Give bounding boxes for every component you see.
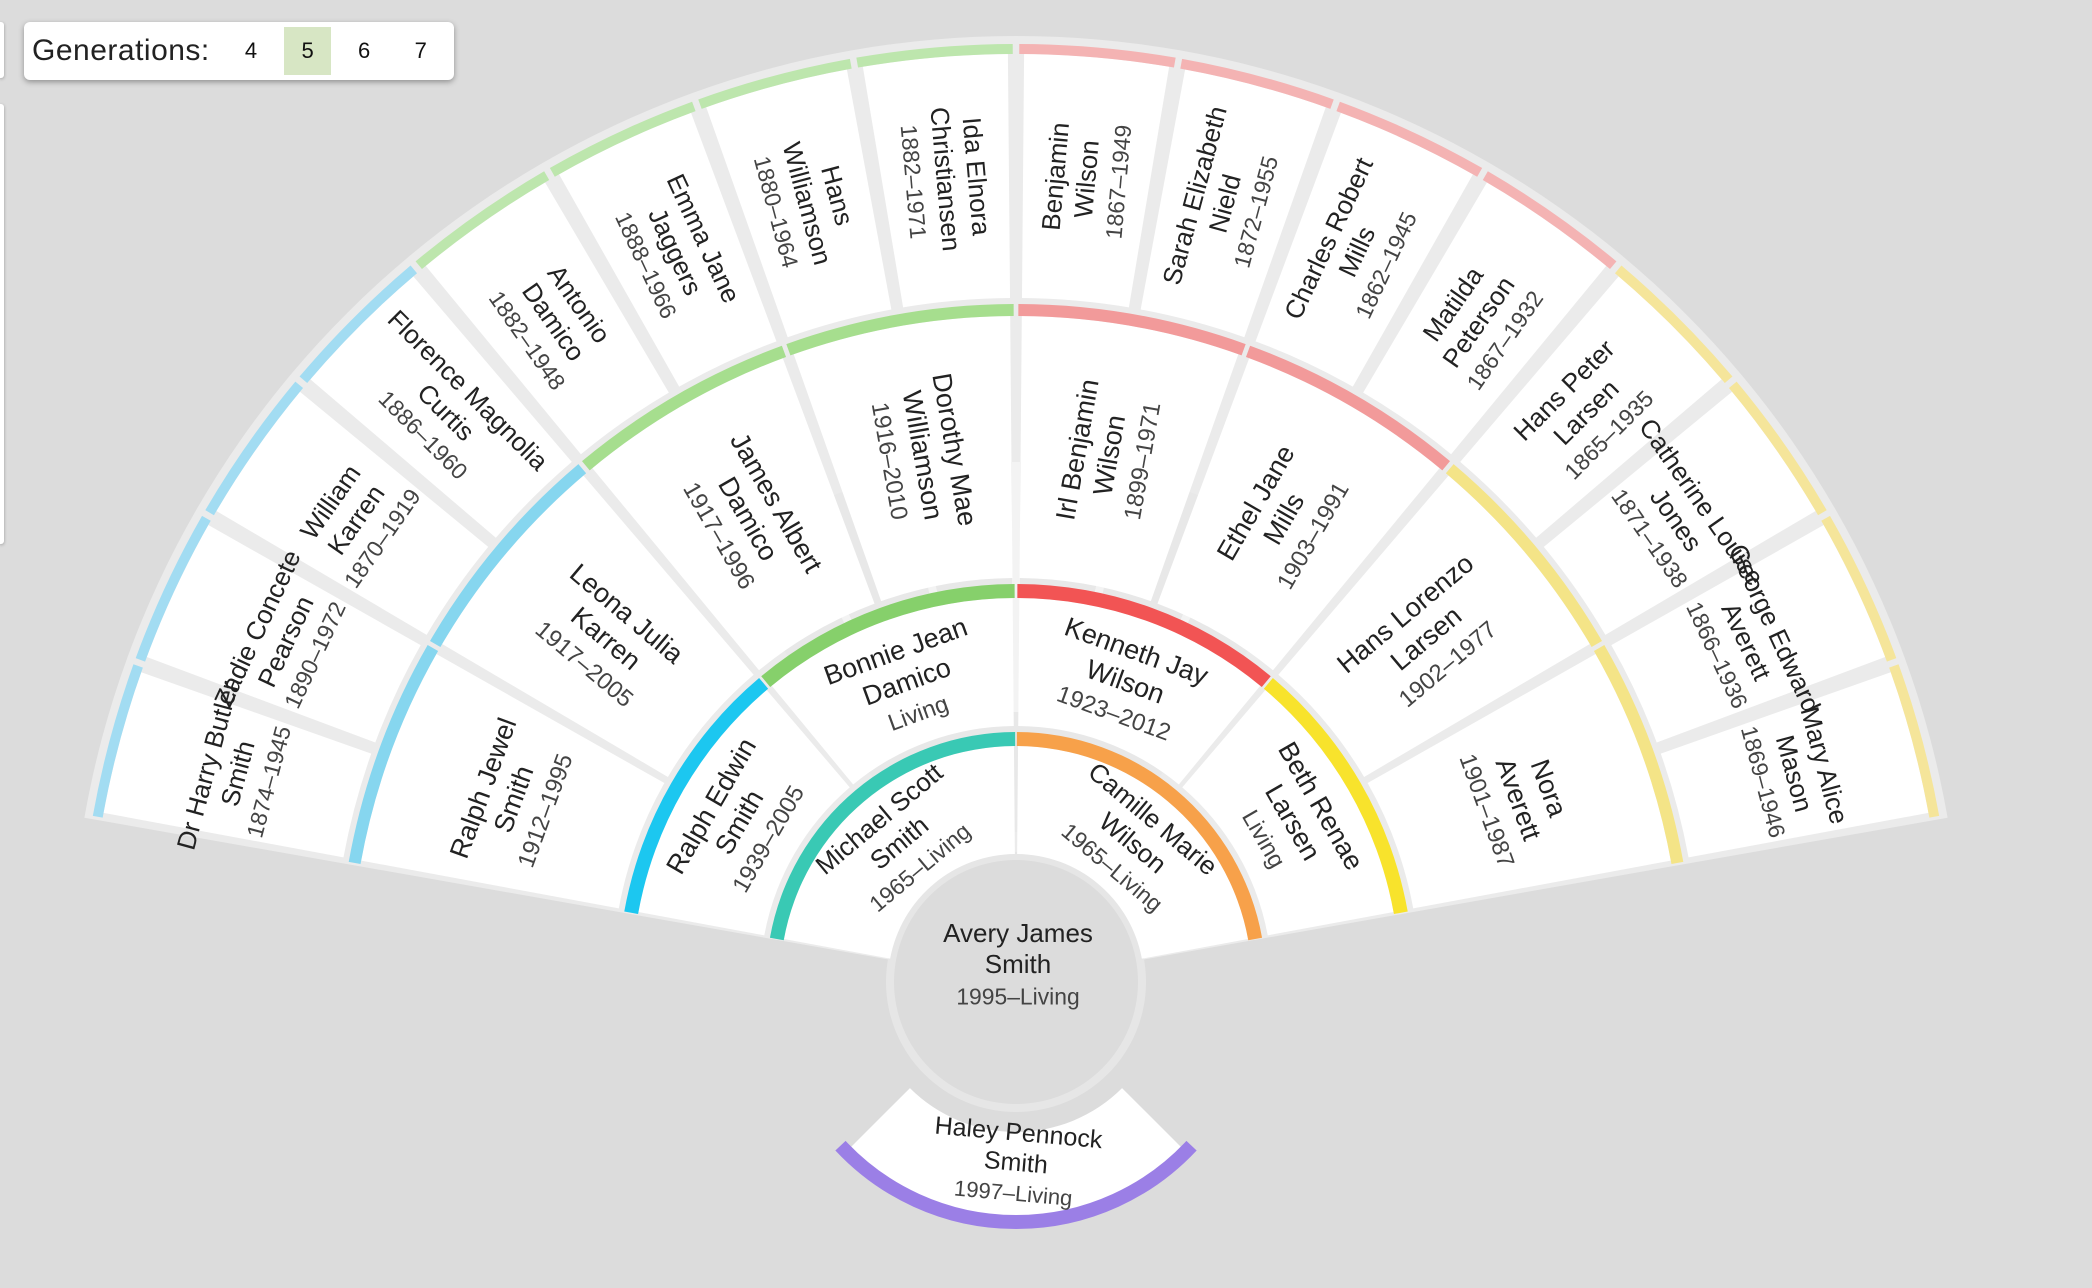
- generation-option-6[interactable]: 6: [341, 27, 388, 75]
- fan-chart: Michael ScottSmith1965–Living Camille Mar…: [84, 35, 1948, 1229]
- root-node[interactable]: [894, 860, 1138, 1104]
- generation-option-7[interactable]: 7: [397, 27, 444, 75]
- person-name: Smith: [985, 949, 1051, 979]
- person-label: Ida ElnoraChristiansen1882–1971: [896, 106, 997, 253]
- person-name: Smith: [983, 1146, 1049, 1179]
- person-dates: 1995–Living: [956, 983, 1079, 1009]
- generation-option-4[interactable]: 4: [228, 27, 275, 75]
- person-name: Avery James: [943, 918, 1093, 948]
- generations-control: Generations: 4 5 6 7: [24, 22, 454, 80]
- generations-label: Generations:: [32, 34, 210, 67]
- generation-option-5[interactable]: 5: [284, 27, 331, 75]
